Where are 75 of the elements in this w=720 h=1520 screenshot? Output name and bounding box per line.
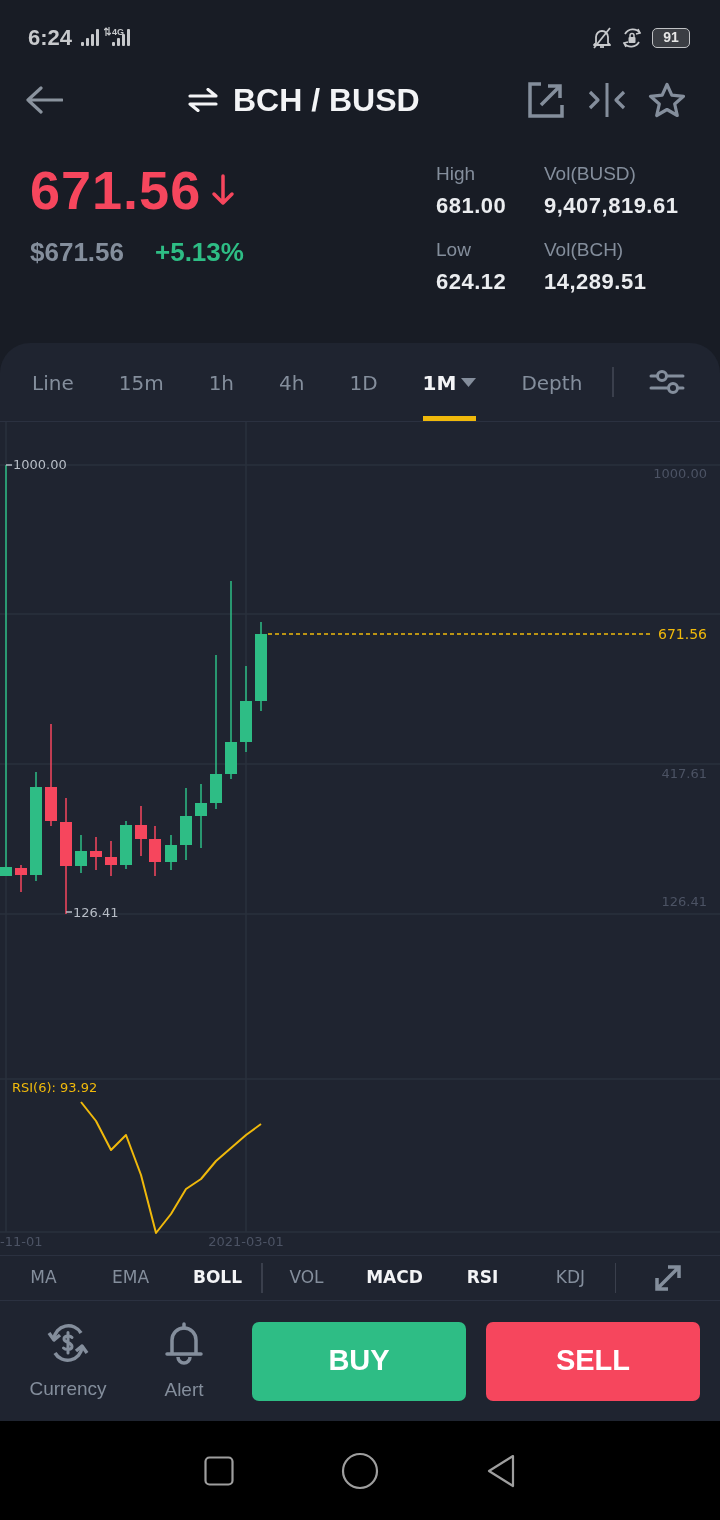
indicator-toggle[interactable]: RSI (438, 1256, 527, 1300)
price-change: +5.13% (155, 237, 244, 267)
interval-tab[interactable]: Line (32, 343, 74, 421)
interval-tab[interactable]: 1h (208, 343, 235, 421)
interval-tab[interactable]: 15m (118, 343, 164, 421)
home-button[interactable] (341, 1451, 379, 1490)
compress-icon (587, 82, 627, 118)
alert-button[interactable]: Alert (146, 1321, 222, 1401)
indicator-toggle[interactable]: KDJ (526, 1256, 615, 1300)
signal-icon (81, 29, 100, 46)
indicator-toggle[interactable]: BOLL (174, 1256, 261, 1300)
bell-off-icon (592, 26, 612, 49)
currency-button[interactable]: Currency (16, 1322, 120, 1400)
candlestick (180, 788, 192, 860)
fullscreen-button[interactable] (652, 1262, 684, 1294)
candlestick (120, 821, 132, 869)
candlestick (90, 837, 102, 870)
back-arrow-icon (25, 85, 63, 115)
candlestick (15, 865, 27, 892)
currency-exchange-icon (47, 1322, 89, 1364)
triangle-icon (486, 1453, 517, 1488)
rsi-label: RSI(6): 93.92 (12, 1080, 98, 1095)
indicator-toggle[interactable]: EMA (87, 1256, 174, 1300)
chart-settings-button[interactable] (648, 369, 685, 395)
sliders-icon (648, 369, 685, 395)
expand-icon (652, 1262, 684, 1294)
signal-icon (112, 29, 131, 46)
last-price-label: 671.56 (658, 626, 707, 642)
buy-button[interactable]: BUY (252, 1321, 466, 1401)
high-price-label: 1000.00 (13, 457, 67, 472)
fiat-price: $671.56 (30, 237, 124, 267)
bell-icon (163, 1321, 205, 1365)
rotation-lock-icon (621, 26, 643, 49)
candlestick (105, 841, 117, 876)
candlestick (135, 806, 147, 856)
stat-label: Low (436, 238, 472, 262)
star-icon (648, 82, 686, 118)
leader-line (5, 464, 13, 466)
stat-label: Vol(BCH) (544, 238, 625, 262)
indicator-toggle[interactable]: MACD (350, 1256, 439, 1300)
status-time: 6:24 (28, 26, 73, 49)
pair-selector[interactable]: BCH / BUSD (188, 84, 420, 116)
swap-arrows-icon (188, 88, 218, 112)
interval-tab[interactable]: Depth (521, 343, 583, 421)
candlestick (75, 835, 87, 873)
stat-value: 14,289.51 (544, 268, 648, 296)
battery-indicator: 91 (652, 27, 690, 48)
candlestick (149, 826, 161, 876)
data-arrows-icon (104, 27, 112, 36)
stat-label: Vol(BUSD) (544, 162, 637, 186)
candlestick (195, 784, 207, 848)
back-button[interactable] (25, 85, 63, 115)
low-price-label: 126.41 (73, 905, 119, 920)
stat-value: 9,407,819.61 (544, 192, 680, 220)
leader-line (65, 911, 73, 913)
square-icon (203, 1455, 234, 1486)
compare-button[interactable] (587, 82, 627, 118)
circle-icon (341, 1451, 379, 1490)
recent-apps-button[interactable] (203, 1455, 234, 1486)
external-link-icon (528, 82, 564, 118)
favorite-button[interactable] (648, 82, 686, 118)
network-type-label: 4G (112, 28, 125, 37)
indicator-toggle[interactable]: VOL (262, 1256, 351, 1300)
share-button[interactable] (528, 82, 564, 118)
system-back-button[interactable] (486, 1453, 517, 1488)
stat-value: 681.00 (436, 192, 508, 220)
indicator-toggle[interactable]: MA (0, 1256, 87, 1300)
stat-label: High (436, 162, 477, 186)
stat-value: 624.12 (436, 268, 508, 296)
last-price: 671.56 (30, 160, 202, 220)
interval-tab[interactable]: 4h (279, 343, 305, 421)
interval-tab[interactable]: 1D (349, 343, 378, 421)
interval-tab[interactable]: 1M (422, 343, 477, 421)
sell-button[interactable]: SELL (486, 1321, 700, 1401)
candlestick (165, 835, 177, 870)
